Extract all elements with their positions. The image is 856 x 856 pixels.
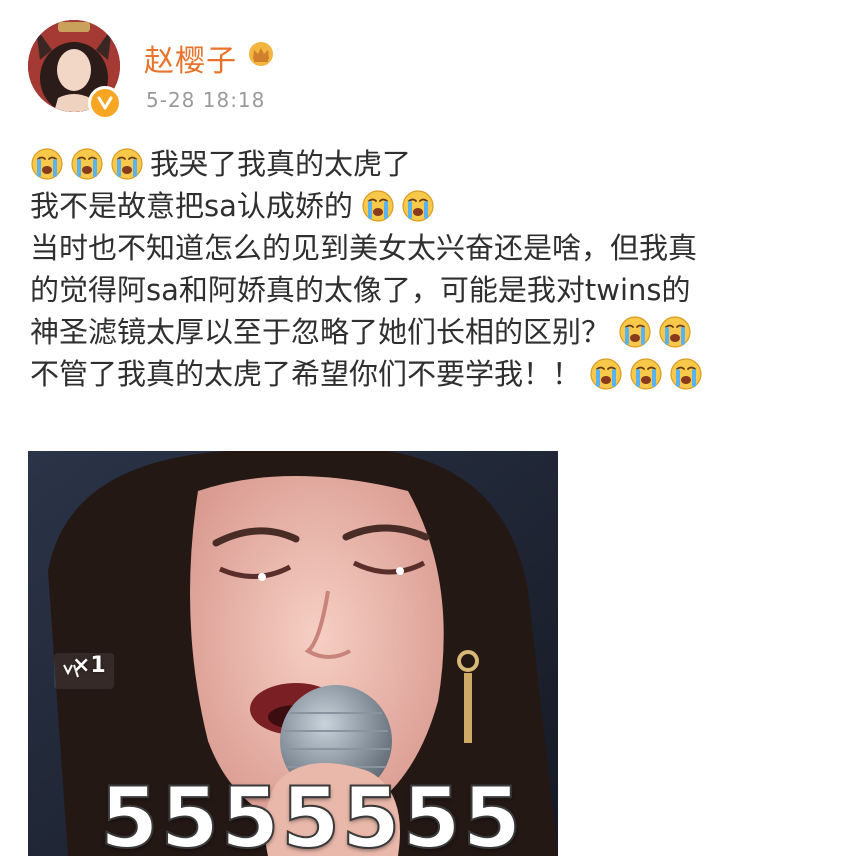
- avatar[interactable]: [28, 20, 128, 120]
- post-timestamp[interactable]: 5-28 18:18: [146, 88, 265, 112]
- author-name[interactable]: 赵樱子: [144, 36, 237, 80]
- image-caption: 5555555: [99, 768, 524, 856]
- crying-face-icon: [670, 358, 702, 390]
- weibo-post: 赵樱子 5-28 18:18 我哭了我真的太虎了 我不是故意把sa认成娇的 当时…: [0, 0, 856, 856]
- gift-count-badge: ×1: [72, 653, 106, 678]
- post-text-segment: 我不是故意把sa认成娇的: [30, 189, 353, 223]
- crying-face-icon: [71, 148, 103, 180]
- post-text-line: 神圣滤镜太厚以至于忽略了她们长相的区别？: [30, 311, 830, 353]
- post-text-line: 不管了我真的太虎了希望你们不要学我！！: [30, 353, 830, 395]
- crying-face-icon: [630, 358, 662, 390]
- post-text-segment: 神圣滤镜太厚以至于忽略了她们长相的区别？: [30, 315, 611, 349]
- post-text-line: 当时也不知道怎么的见到美女太兴奋还是啥，但我真: [30, 227, 830, 269]
- post-text-line: 我哭了我真的太虎了: [30, 143, 830, 185]
- post-text-segment: 的觉得阿sa和阿娇真的太像了，可能是我对twins的: [30, 273, 691, 307]
- crying-face-icon: [590, 358, 622, 390]
- crying-face-icon: [31, 148, 63, 180]
- verified-badge-icon: [88, 86, 122, 120]
- crying-face-icon: [659, 316, 691, 348]
- post-text-line: 我不是故意把sa认成娇的: [30, 185, 830, 227]
- crying-face-icon: [402, 190, 434, 222]
- post-text-segment: 当时也不知道怎么的见到美女太兴奋还是啥，但我真: [30, 231, 698, 265]
- post-text-line: 的觉得阿sa和阿娇真的太像了，可能是我对twins的: [30, 269, 830, 311]
- crying-face-icon: [362, 190, 394, 222]
- post-image[interactable]: ×1 5555555: [28, 451, 558, 856]
- crying-face-icon: [619, 316, 651, 348]
- post-text-segment: 不管了我真的太虎了希望你们不要学我！！: [30, 357, 582, 391]
- post-text-segment: 我哭了我真的太虎了: [150, 147, 412, 181]
- crown-icon[interactable]: [246, 40, 276, 68]
- post-text: 我哭了我真的太虎了我不是故意把sa认成娇的 当时也不知道怎么的见到美女太兴奋还是…: [30, 143, 830, 395]
- crying-face-icon: [111, 148, 143, 180]
